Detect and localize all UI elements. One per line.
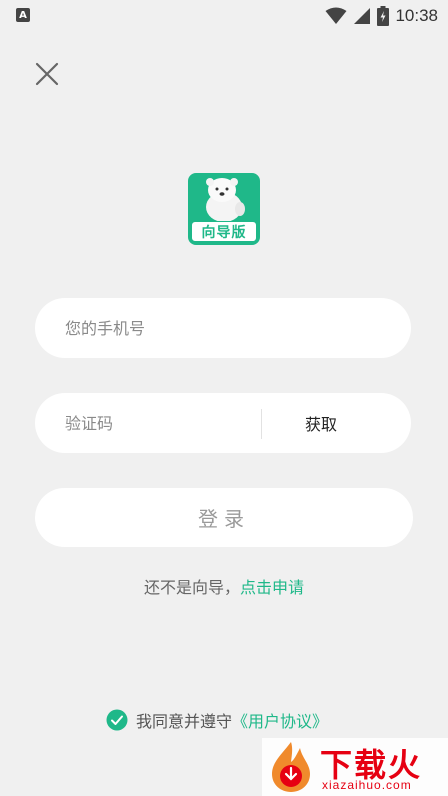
logo-label: 向导版 — [201, 224, 247, 241]
battery-charging-icon — [377, 6, 390, 26]
login-button-label: 登录 — [198, 507, 250, 531]
login-button[interactable]: 登录 — [35, 488, 413, 547]
phone-field — [35, 298, 411, 358]
agreement-prefix: 我同意并遵守 — [136, 712, 233, 731]
status-bar: A 10:38 — [0, 0, 448, 32]
checkbox-checked-icon[interactable] — [106, 709, 128, 731]
app-logo: 向导版 — [188, 173, 260, 245]
get-code-button[interactable]: 获取 — [263, 393, 379, 453]
mascot-icon — [206, 178, 245, 221]
verification-code-field: 获取 — [35, 393, 411, 453]
apply-link[interactable]: 点击申请 — [240, 578, 304, 597]
signal-icon — [354, 8, 371, 24]
flame-logo-icon — [272, 742, 310, 792]
phone-input[interactable] — [65, 298, 385, 358]
user-agreement-link[interactable]: 《用户协议》 — [232, 712, 328, 731]
notification-icon: A — [16, 8, 30, 22]
close-icon — [35, 62, 59, 86]
status-icons: 10:38 — [325, 4, 438, 28]
watermark-subtitle: xiazaihuo.com — [322, 778, 412, 792]
clock: 10:38 — [395, 6, 438, 25]
close-button[interactable] — [33, 60, 61, 88]
divider — [261, 409, 262, 439]
wifi-icon — [325, 7, 347, 24]
apply-row: 还不是向导，点击申请 — [0, 574, 448, 598]
agreement-row: 我同意并遵守《用户协议》 — [106, 708, 328, 732]
watermark: 下载火 xiazaihuo.com — [262, 738, 448, 796]
apply-prefix: 还不是向导， — [143, 578, 240, 597]
logo-label-box: 向导版 — [192, 222, 256, 241]
verification-code-input[interactable] — [65, 393, 255, 453]
